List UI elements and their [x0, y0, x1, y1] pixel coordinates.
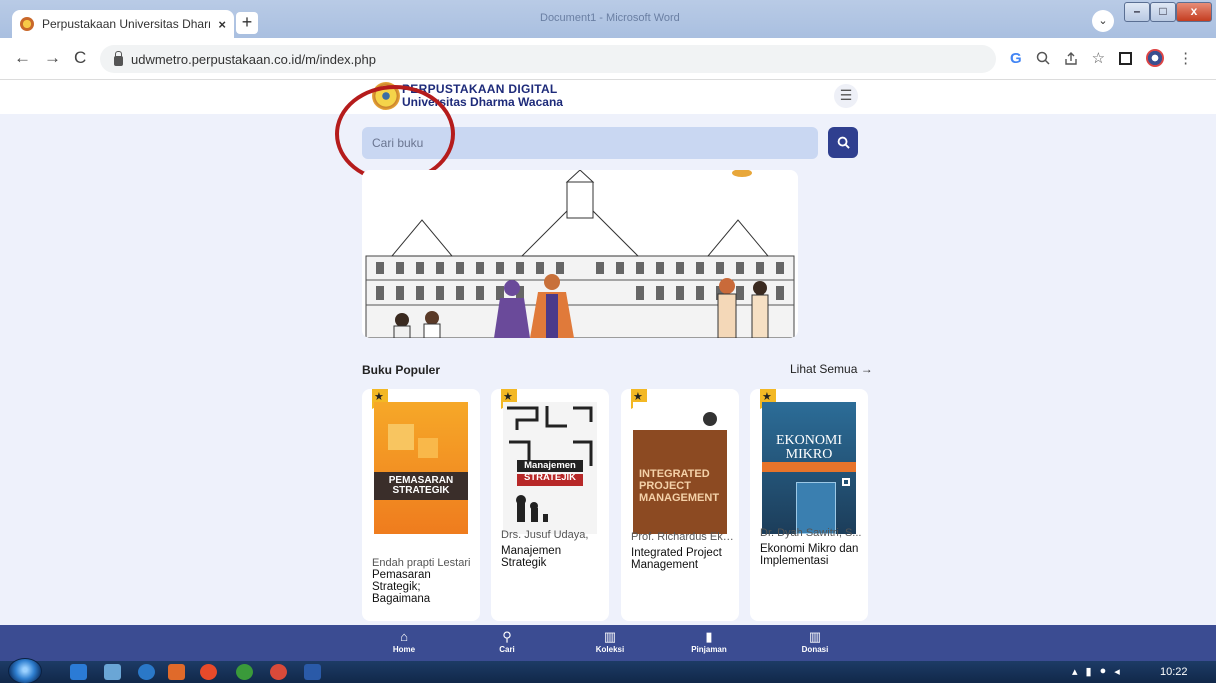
tab-search-button[interactable]: ⌄: [1092, 10, 1114, 32]
search-icon: [837, 136, 850, 149]
app-icon[interactable]: [168, 664, 185, 680]
book-cover-title: Manajemen STRATEJIK: [523, 460, 577, 483]
google-icon[interactable]: G: [1010, 50, 1022, 67]
favicon-icon: [20, 17, 34, 31]
nav-item-home[interactable]: ⌂ Home: [374, 629, 434, 654]
brand-title: PERPUSTAKAAN DIGITAL Universitas Dharma …: [402, 83, 563, 109]
clock: 10:22: [1160, 666, 1188, 678]
university-logo: [372, 82, 400, 110]
firefox-icon[interactable]: [200, 664, 217, 680]
back-arrow-icon[interactable]: ←: [14, 48, 31, 68]
book-cover-title: PEMASARAN STRATEGIK: [388, 475, 454, 496]
tab-title: Perpustakaan Universitas Dharma: [42, 17, 211, 31]
chrome-active-icon[interactable]: [270, 664, 287, 680]
nav-label: Home: [392, 645, 416, 654]
system-tray: ▴ ▮ ● ◂: [1072, 665, 1120, 678]
bookmark-star-icon[interactable]: ☆: [1092, 49, 1105, 67]
brand-line-2: Universitas Dharma Wacana: [402, 95, 563, 109]
address-bar[interactable]: udwmetro.perpustakaan.co.id/m/index.php: [100, 45, 996, 73]
book-cover: INTEGRATED PROJECT MANAGEMENT: [633, 402, 727, 534]
book-author: Dr. Dyah Sawitri, S...: [760, 527, 862, 539]
book-cover: EKONOMI MIKRO: [762, 402, 856, 534]
word-icon[interactable]: [304, 664, 321, 680]
book-cover-title: EKONOMI MIKRO: [775, 433, 843, 462]
book-author: Drs. Jusuf Udaya,: [501, 529, 589, 541]
book-card[interactable]: INTEGRATED PROJECT MANAGEMENT Prof. Rich…: [621, 389, 739, 621]
bookmark-icon: ▮: [705, 629, 713, 644]
share-icon[interactable]: [1064, 51, 1078, 65]
ie-icon[interactable]: [138, 664, 155, 680]
volume-icon[interactable]: ◂: [1114, 665, 1120, 678]
book-card[interactable]: Manajemen STRATEJIK Drs. Jusuf Udaya, Ma…: [491, 389, 609, 621]
tab-close-button[interactable]: ×: [218, 17, 226, 32]
nav-item-collection[interactable]: ▥ Koleksi: [580, 629, 640, 654]
zoom-icon[interactable]: [1036, 51, 1050, 65]
book-card[interactable]: PEMASARAN STRATEGIK Endah prapti Lestari…: [362, 389, 480, 621]
book-title: Manajemen Strategik: [501, 545, 562, 569]
profile-avatar[interactable]: [1146, 49, 1165, 67]
browser-tab[interactable]: Perpustakaan Universitas Dharma ×: [12, 10, 234, 38]
reload-icon[interactable]: C: [74, 48, 86, 68]
book-title: Integrated Project Management: [631, 547, 722, 571]
bottom-nav: ⌂ Home ⚲ Cari ▥ Koleksi ▮ Pinjaman ▥ Don…: [0, 625, 1216, 661]
maximize-button[interactable]: □: [1150, 2, 1176, 22]
minimize-button[interactable]: –: [1124, 2, 1150, 22]
explorer-icon[interactable]: [104, 664, 121, 680]
nav-label: Koleksi: [595, 645, 625, 654]
search-input[interactable]: [362, 127, 818, 159]
os-taskbar: ▴ ▮ ● ◂ 10:22: [0, 658, 1216, 683]
lock-icon: [114, 50, 123, 66]
book-author: Prof. Richardus Eko...: [631, 531, 735, 543]
book-title: Pemasaran Strategik; Bagaimana: [372, 569, 431, 605]
book-cover: PEMASARAN STRATEGIK: [374, 402, 468, 534]
new-tab-button[interactable]: +: [236, 12, 258, 34]
site-header: PERPUSTAKAAN DIGITAL Universitas Dharma …: [0, 80, 1216, 114]
nav-item-loans[interactable]: ▮ Pinjaman: [679, 629, 739, 654]
hamburger-menu-button[interactable]: ☰: [834, 84, 858, 108]
nav-item-donation[interactable]: ▥ Donasi: [785, 629, 845, 654]
media-player-icon[interactable]: [70, 664, 87, 680]
home-icon: ⌂: [400, 629, 408, 644]
start-button[interactable]: [8, 658, 42, 683]
signal-icon[interactable]: ▮: [1086, 665, 1092, 678]
book-author: Endah prapti Lestari: [372, 557, 471, 569]
chrome-icon[interactable]: [236, 664, 253, 680]
hero-banner: [362, 170, 798, 338]
close-window-button[interactable]: x: [1176, 2, 1212, 22]
nav-label: Pinjaman: [691, 645, 727, 654]
network-icon[interactable]: ●: [1100, 665, 1107, 678]
see-all-link[interactable]: Lihat Semua →: [790, 362, 873, 376]
browser-titlebar: Perpustakaan Universitas Dharma × + Docu…: [0, 0, 1216, 38]
library-building-illustration: [362, 170, 798, 338]
kebab-menu-icon[interactable]: ⋮: [1178, 49, 1193, 67]
book-title: Ekonomi Mikro dan Implementasi: [760, 543, 859, 567]
book-cover-title: INTEGRATED PROJECT MANAGEMENT: [639, 468, 720, 504]
url-text: udwmetro.perpustakaan.co.id/m/index.php: [131, 51, 376, 67]
background-window-title: Document1 - Microsoft Word: [540, 12, 680, 24]
sidepanel-icon[interactable]: [1119, 51, 1133, 65]
tray-arrow-icon[interactable]: ▴: [1072, 665, 1078, 678]
nav-label: Donasi: [801, 645, 829, 654]
nav-item-search[interactable]: ⚲ Cari: [477, 629, 537, 654]
book-open-icon: ▥: [603, 629, 617, 644]
section-title-popular: Buku Populer: [362, 363, 441, 377]
search-button[interactable]: [828, 127, 858, 158]
forward-arrow-icon[interactable]: →: [44, 48, 61, 68]
search-icon: ⚲: [502, 629, 512, 644]
browser-toolbar: ← → C udwmetro.perpustakaan.co.id/m/inde…: [0, 38, 1216, 80]
book-open-icon: ▥: [808, 629, 822, 644]
book-cover: Manajemen STRATEJIK: [503, 402, 597, 534]
book-card[interactable]: EKONOMI MIKRO Dr. Dyah Sawitri, S... Eko…: [750, 389, 868, 621]
nav-label: Cari: [499, 645, 515, 654]
